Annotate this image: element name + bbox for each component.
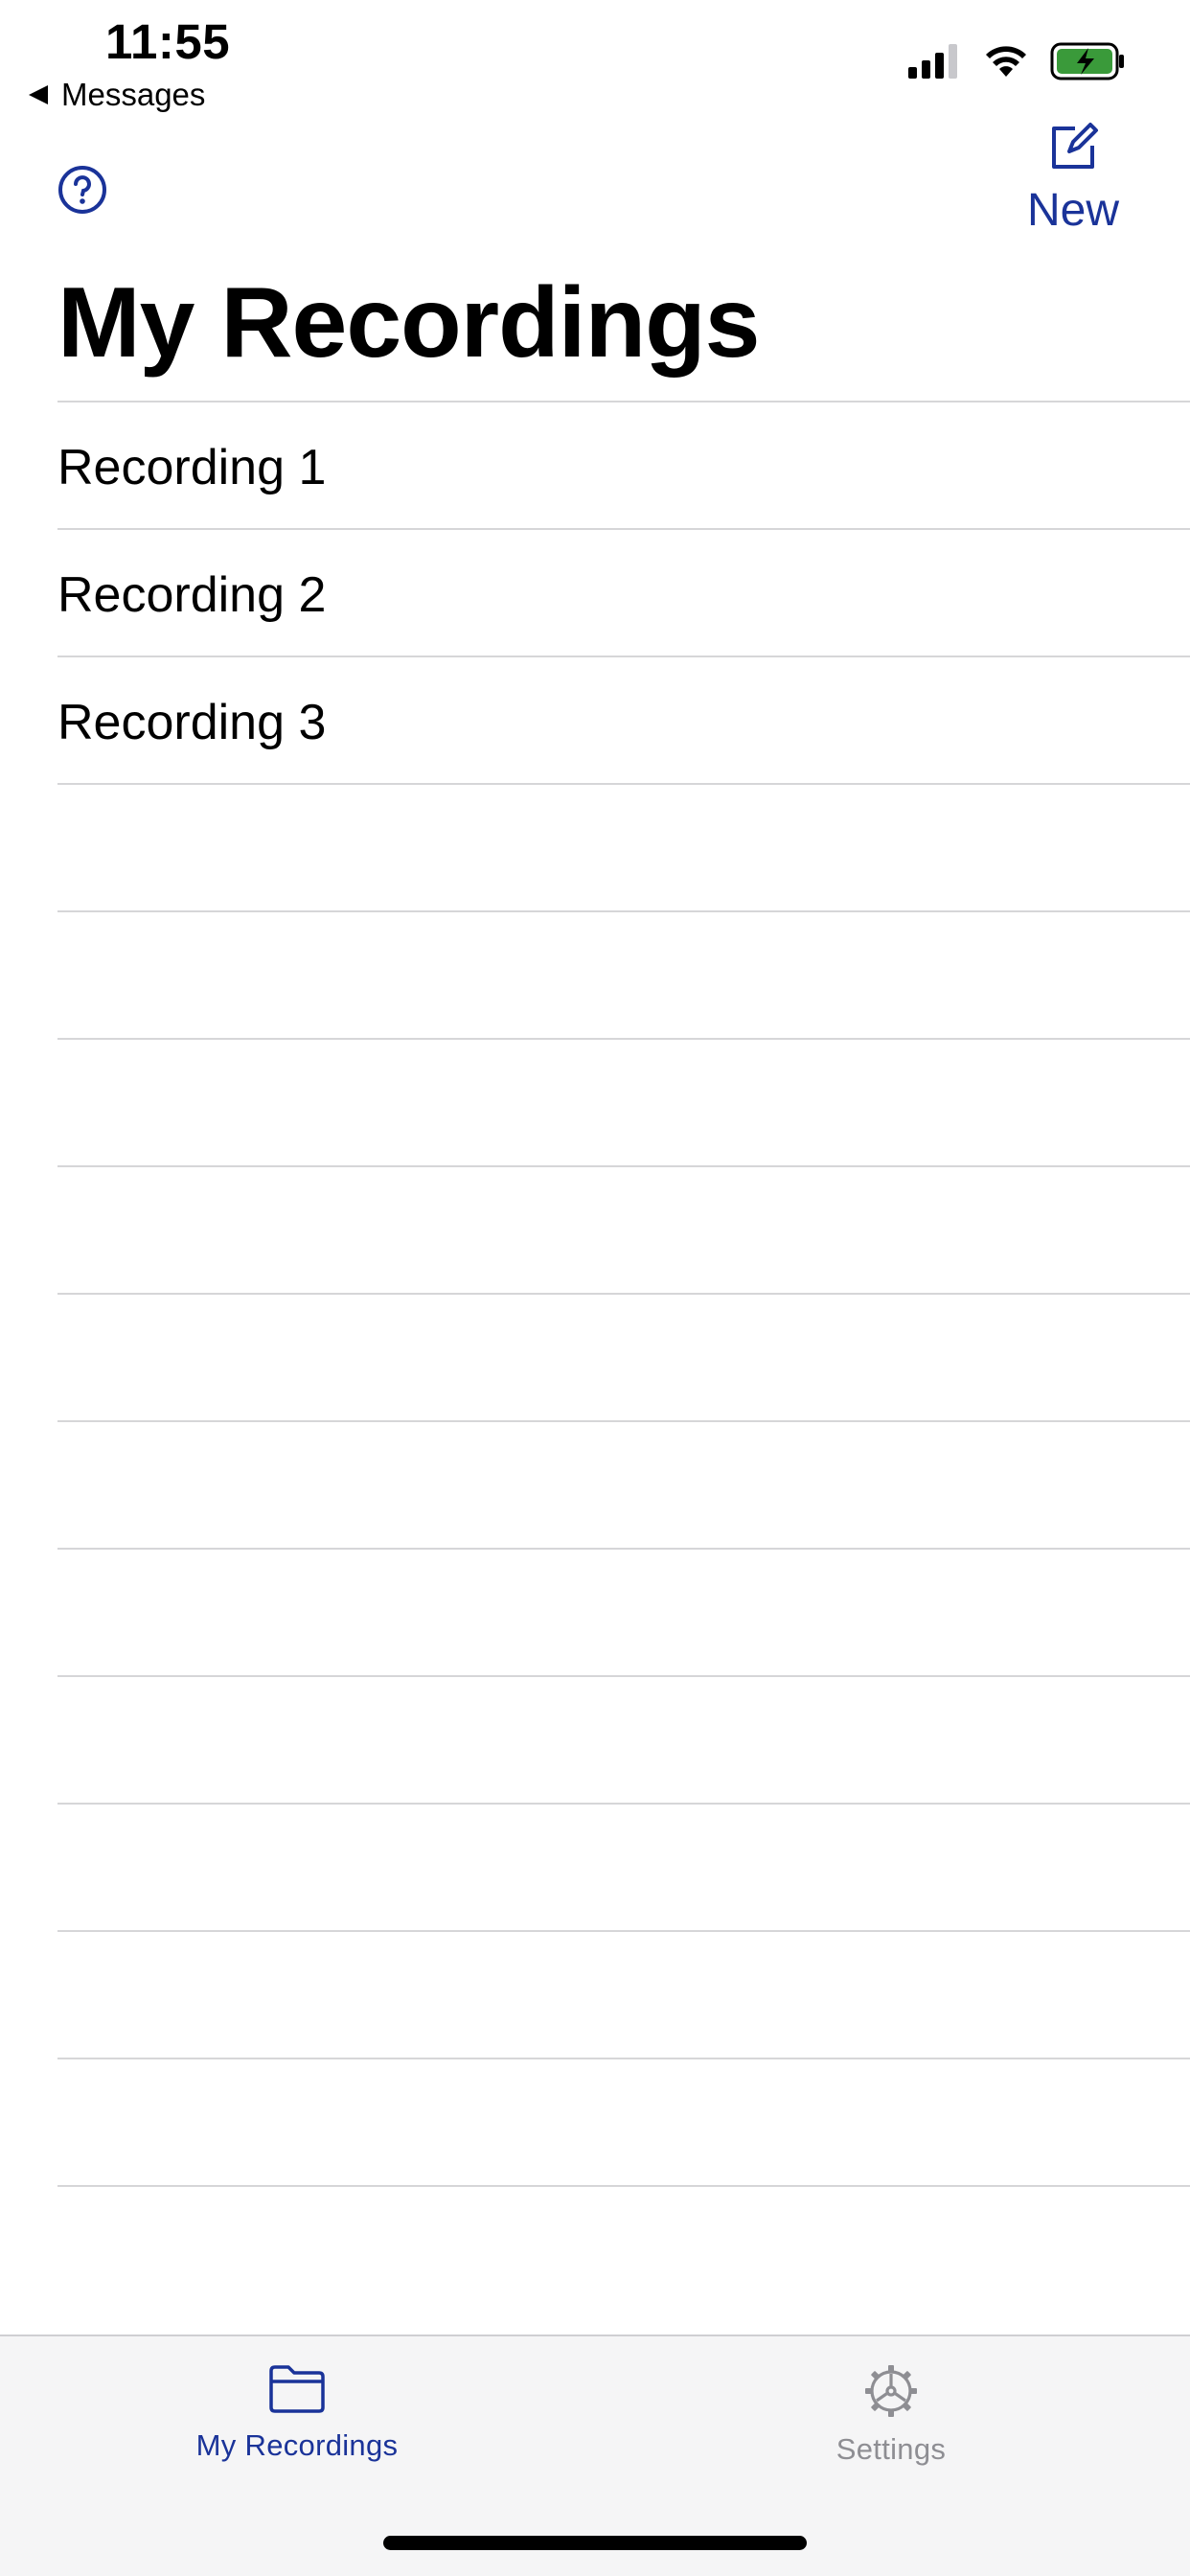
tab-label: My Recordings [195,2428,399,2462]
empty-list-row [57,1930,1190,2058]
list-item-label: Recording 2 [57,567,327,623]
home-indicator[interactable] [383,2536,807,2550]
battery-charging-icon [1050,42,1124,80]
empty-list-row [57,1038,1190,1165]
list-item[interactable]: Recording 3 [57,656,1190,783]
list-item-label: Recording 1 [57,440,327,495]
tab-settings[interactable]: Settings [699,2363,1083,2467]
back-label: Messages [61,77,206,112]
empty-list-row [57,1293,1190,1420]
recordings-list: Recording 1 Recording 2 Recording 3 [0,401,1190,2312]
wifi-icon [986,46,1026,77]
back-arrow-icon [29,85,48,104]
help-icon[interactable] [57,165,107,215]
status-time: 11:55 [105,14,231,69]
folder-icon [269,2365,325,2413]
empty-list-row [57,1548,1190,1675]
gear-icon [865,2365,917,2417]
new-recording-button[interactable]: New [1016,121,1131,237]
empty-list-row [57,910,1190,1038]
empty-list-row [57,2058,1190,2185]
empty-list-row [57,1420,1190,1548]
list-item[interactable]: Recording 1 [57,401,1190,528]
page-title: My Recordings [57,267,760,379]
status-icons [908,42,1127,80]
tab-my-recordings[interactable]: My Recordings [105,2363,489,2463]
empty-list-row [57,783,1190,910]
compose-icon [1052,123,1098,169]
back-to-messages-button[interactable]: Messages [29,77,205,113]
empty-list-row [57,1675,1190,1803]
tab-label: Settings [835,2432,947,2466]
list-item-label: Recording 3 [57,695,327,750]
empty-list-row [57,1165,1190,1293]
empty-list-row [57,1803,1190,1930]
empty-list-row [57,2185,1190,2312]
cellular-signal-icon [908,44,957,79]
new-label: New [1026,185,1120,236]
list-item[interactable]: Recording 2 [57,528,1190,656]
